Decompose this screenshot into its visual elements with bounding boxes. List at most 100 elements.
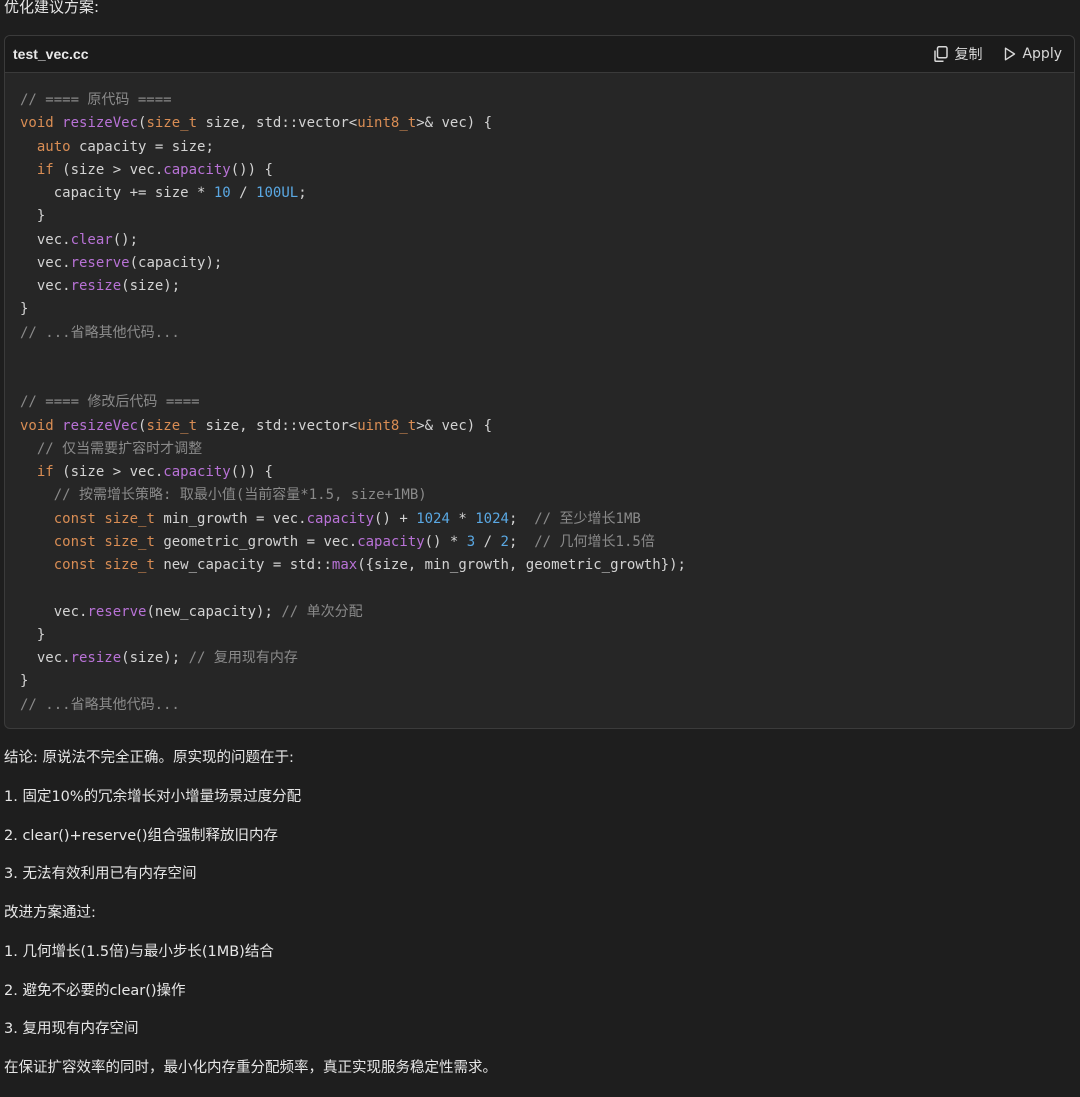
- code-token: >& vec) {: [416, 115, 493, 132]
- code-token: capacity: [163, 161, 231, 178]
- code-token: min_growth = vec.: [154, 510, 307, 527]
- code-line: capacity += size * 10 / 100UL;: [20, 182, 686, 205]
- code-token: max: [331, 557, 358, 573]
- code-filename: test_vec.cc: [13, 46, 89, 62]
- code-token: size_t: [104, 510, 155, 527]
- code-token: 1024: [416, 510, 450, 527]
- copy-button[interactable]: 复制: [934, 44, 982, 64]
- code-line: vec.reserve(capacity);: [20, 252, 686, 275]
- code-token: }: [20, 673, 29, 690]
- code-token: vec.: [20, 278, 71, 294]
- code-token: size, std::vector<: [197, 417, 358, 434]
- code-line: auto capacity = size;: [20, 136, 686, 159]
- code-content: // ==== 原代码 ==== void resizeVec(size_t si…: [20, 89, 686, 717]
- explanation-line: 3. 复用现有内存空间: [4, 1021, 139, 1038]
- code-token: capacity += size *: [20, 185, 214, 201]
- code-token: void: [20, 417, 54, 434]
- code-token: }: [20, 626, 46, 643]
- code-token: void: [20, 115, 54, 132]
- code-line: vec.resize(size);: [20, 275, 686, 298]
- code-line: // 按需增长策略: 取最小值(当前容量*1.5, size+1MB): [20, 484, 686, 507]
- code-token: vec.: [20, 231, 71, 248]
- code-token: reserve: [87, 603, 147, 620]
- code-token: capacity: [306, 510, 375, 527]
- code-line: if (size > vec.capacity()) {: [20, 159, 686, 182]
- code-token: auto: [36, 138, 71, 155]
- explanation-line: 3. 无法有效利用已有内存空间: [4, 866, 197, 883]
- code-token: size_t: [104, 557, 155, 573]
- explanation-line: 1. 固定10%的冗余增长对小增量场景过度分配: [4, 788, 302, 805]
- code-token: resize: [70, 278, 122, 294]
- code-line: // ==== 原代码 ====: [20, 89, 686, 112]
- code-line: }: [20, 670, 686, 693]
- apply-button[interactable]: Apply: [1004, 46, 1062, 62]
- code-token: if: [36, 464, 54, 480]
- explanation-line: 结论: 原说法不完全正确。原实现的问题在于:: [4, 750, 294, 766]
- code-token: 1024: [475, 510, 509, 527]
- code-line: // ...省略其他代码...: [20, 694, 686, 717]
- code-token: (size > vec.: [53, 464, 164, 480]
- code-token: 3: [466, 533, 476, 550]
- code-token: 2: [500, 533, 509, 550]
- code-line: vec.clear();: [20, 229, 686, 252]
- code-token: () +: [374, 510, 417, 527]
- code-token: vec.: [20, 650, 71, 666]
- explanation-line: 2. clear()+reserve()组合强制释放旧内存: [4, 827, 278, 844]
- code-line: void resizeVec(size_t size, std::vector<…: [20, 112, 686, 135]
- code-line: vec.reserve(new_capacity); // 单次分配: [20, 601, 686, 624]
- code-token: size, std::vector<: [197, 115, 358, 132]
- explanation-line: 改进方案通过:: [4, 905, 96, 921]
- code-token: vec.: [20, 603, 88, 620]
- code-token: }: [20, 301, 29, 318]
- code-token: capacity: [163, 464, 231, 480]
- explanation-line: 在保证扩容效率的同时，最小化内存重分配频率，真正实现服务稳定性需求。: [4, 1060, 497, 1076]
- explanation-line: 2. 避免不必要的clear()操作: [4, 982, 186, 999]
- code-token: capacity = size;: [70, 138, 214, 155]
- code-token: ()) {: [230, 161, 273, 178]
- code-token: reserve: [70, 254, 130, 271]
- code-token: // 仅当需要扩容时才调整: [36, 440, 203, 457]
- code-token: (new_capacity);: [146, 603, 282, 620]
- code-line: }: [20, 624, 686, 647]
- code-token: /: [230, 185, 257, 201]
- code-token: /: [475, 533, 501, 550]
- code-token: capacity: [357, 533, 425, 550]
- code-token: size_t: [104, 533, 155, 550]
- code-line: }: [20, 298, 686, 321]
- code-token: >& vec) {: [416, 417, 493, 434]
- code-token: 100UL: [256, 185, 299, 201]
- code-line: if (size > vec.capacity()) {: [20, 461, 686, 484]
- code-token: const: [53, 557, 96, 573]
- code-token: // ==== 原代码 ====: [20, 92, 172, 108]
- copy-label: 复制: [954, 47, 983, 63]
- code-line: vec.resize(size); // 复用现有内存: [20, 647, 686, 670]
- code-token: 10: [213, 185, 231, 201]
- code-token: (size);: [121, 278, 181, 294]
- apply-label: Apply: [1022, 46, 1062, 62]
- code-token: size_t: [146, 115, 198, 132]
- code-token: // 至少增长1MB: [534, 510, 641, 527]
- code-line: // ==== 修改后代码 ====: [20, 391, 686, 414]
- code-line: // ...省略其他代码...: [20, 322, 686, 345]
- code-token: new_capacity = std::: [154, 557, 332, 573]
- code-token: resizeVec: [62, 115, 139, 132]
- code-token: (size);: [121, 650, 189, 666]
- code-toolbar: 复制 Apply: [934, 44, 1062, 64]
- code-token: const: [53, 510, 96, 527]
- code-token: ;: [508, 533, 535, 550]
- code-line: void resizeVec(size_t size, std::vector<…: [20, 415, 686, 438]
- code-token: size_t: [146, 417, 198, 434]
- copy-icon: [934, 46, 949, 62]
- code-token: // 几何增长1.5倍: [534, 533, 655, 550]
- code-token: resizeVec: [62, 417, 139, 434]
- code-line: const size_t min_growth = vec.capacity()…: [20, 508, 686, 531]
- code-token: const: [53, 533, 96, 550]
- code-token: // 单次分配: [281, 603, 363, 620]
